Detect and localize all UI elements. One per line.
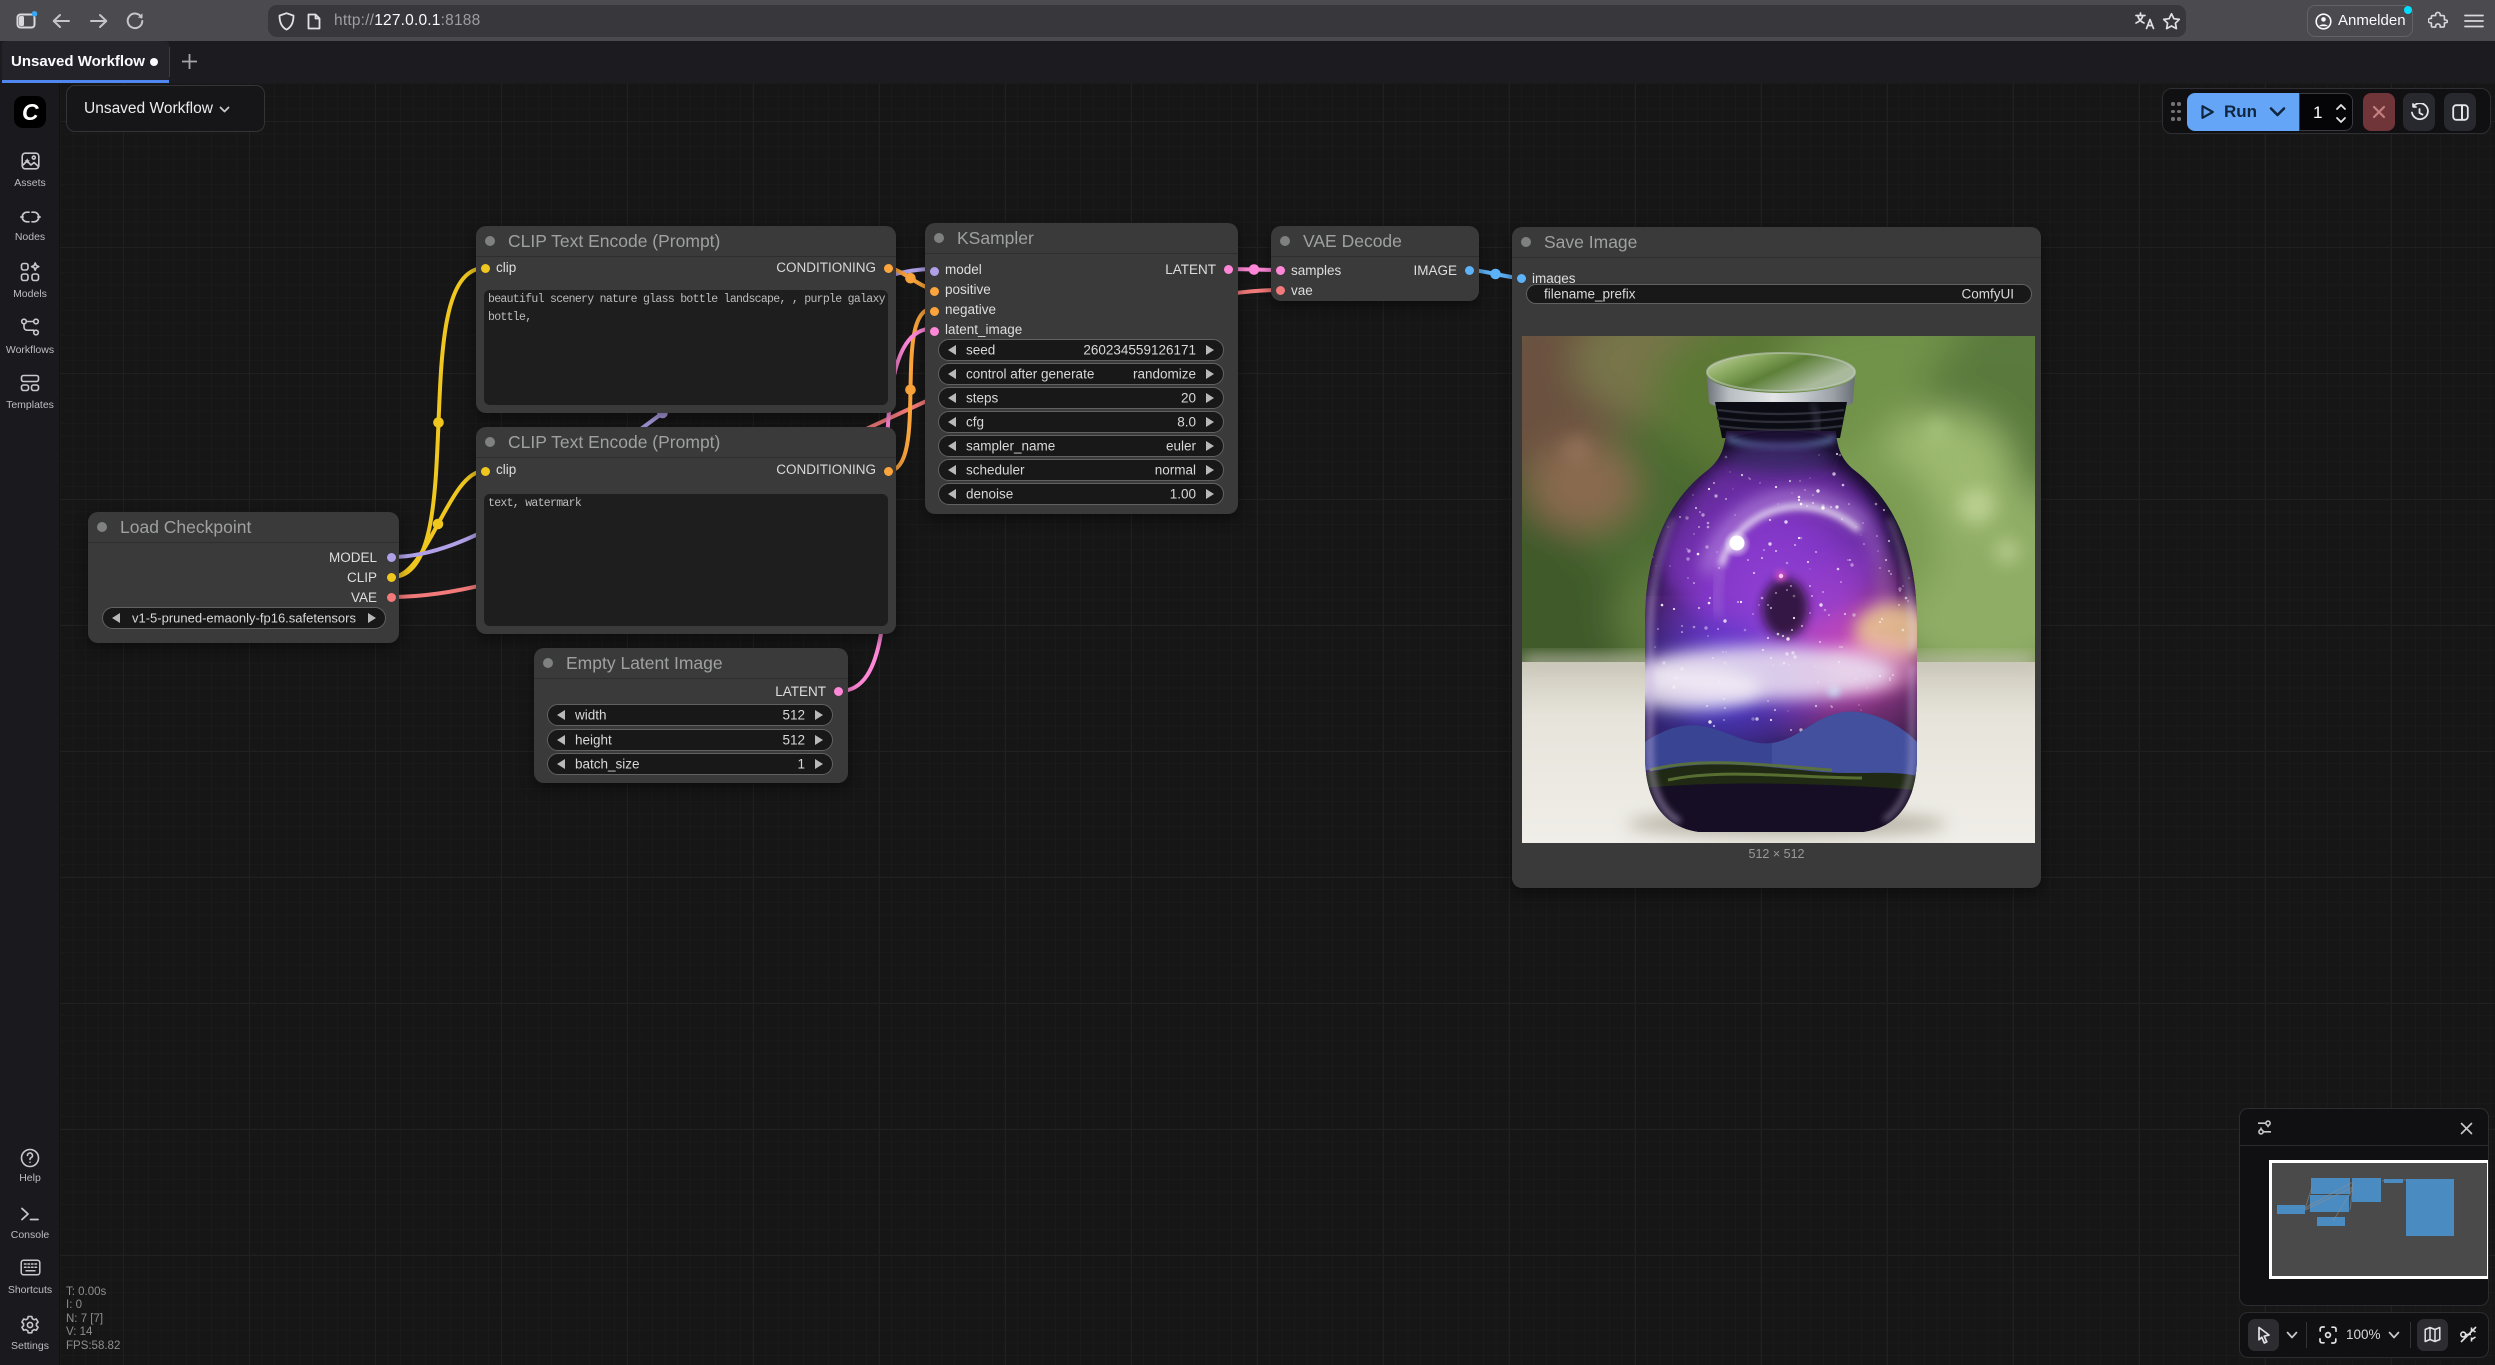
svg-text:C: C bbox=[22, 99, 39, 125]
